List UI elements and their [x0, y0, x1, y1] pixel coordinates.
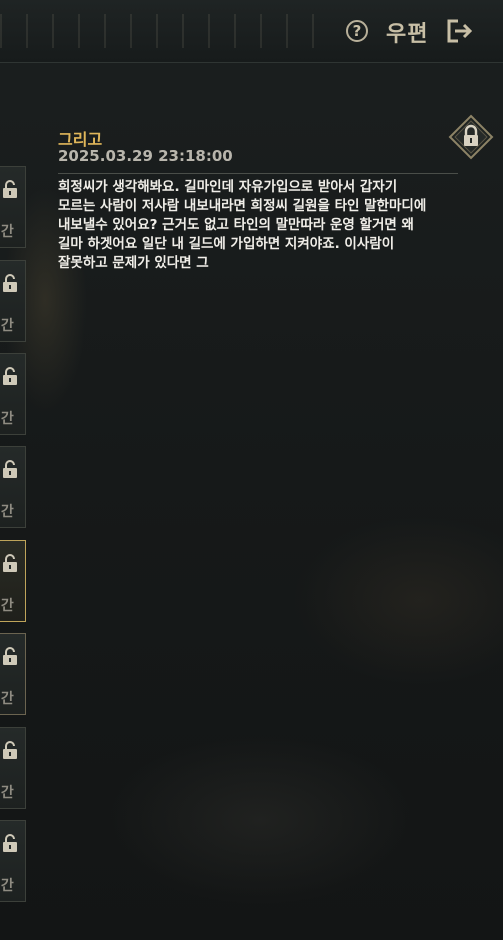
top-bar-ornament — [0, 14, 330, 48]
side-slot[interactable]: 시간 — [0, 166, 26, 248]
side-slot[interactable]: 시간 — [0, 633, 26, 715]
question-circle-icon[interactable]: ? — [346, 20, 368, 42]
unlock-icon — [3, 460, 17, 478]
side-slot[interactable]: 시간 — [0, 727, 26, 809]
slot-label: 시간 — [0, 691, 14, 707]
lock-badge-icon[interactable] — [448, 114, 494, 160]
unlock-icon — [3, 180, 17, 198]
side-slot[interactable]: 시간 — [0, 353, 26, 435]
mail-title: 우편 — [386, 22, 429, 47]
side-slot[interactable]: 시간 — [0, 446, 26, 528]
unlock-icon — [3, 554, 17, 572]
side-slot[interactable]: 시간 — [0, 260, 26, 342]
side-slot[interactable]: 시간 — [0, 820, 26, 902]
message-datetime: 2025.03.29 23:18:00 — [58, 147, 233, 165]
divider — [58, 173, 458, 174]
top-bar: ? 우편 — [0, 0, 503, 63]
side-slot[interactable]: 시간 — [0, 540, 26, 622]
unlock-icon — [3, 647, 17, 665]
slot-label: 시간 — [0, 411, 14, 427]
slot-label: 시간 — [0, 785, 14, 801]
unlock-icon — [3, 741, 17, 759]
unlock-icon — [3, 274, 17, 292]
slot-label: 시간 — [0, 318, 14, 334]
unlock-icon — [3, 367, 17, 385]
slot-label: 시간 — [0, 224, 14, 240]
message-body: 희정씨가 생각해봐요. 길마인데 자유가입으로 받아서 갑자기 모르는 사람이 … — [58, 179, 427, 271]
slot-label: 시간 — [0, 504, 14, 520]
exit-door-icon[interactable] — [444, 16, 474, 46]
unlock-icon — [3, 834, 17, 852]
slot-label: 시간 — [0, 878, 14, 894]
slot-label: 시간 — [0, 598, 14, 614]
